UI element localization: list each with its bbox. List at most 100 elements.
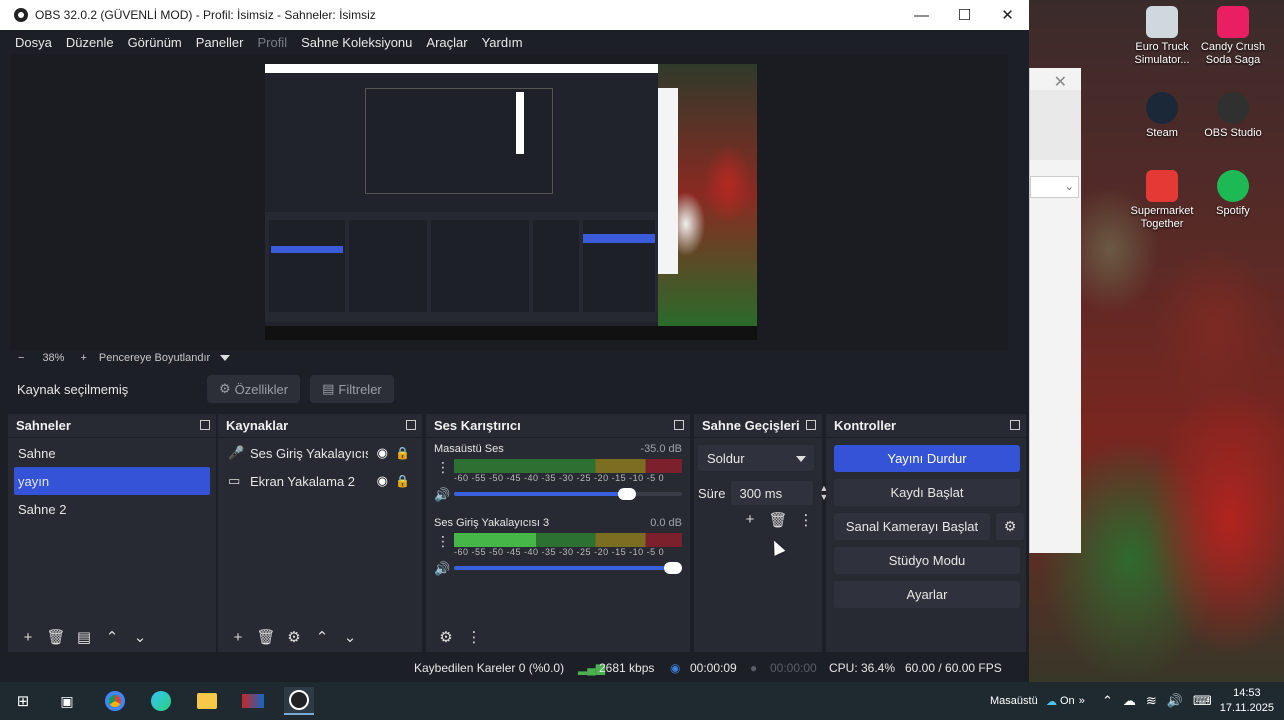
speaker-icon[interactable]: 🔊 bbox=[434, 487, 450, 503]
start-button[interactable]: ⊞ bbox=[8, 687, 38, 715]
mixer-menu-button[interactable]: ⋮ bbox=[460, 628, 488, 646]
scene-filters-button[interactable]: ▤ bbox=[70, 628, 98, 646]
source-item[interactable]: 🎤 Ses Giriş Yakalayıcısı 3 ◉ 🔒 bbox=[218, 439, 422, 467]
remove-source-button[interactable]: 🗑 bbox=[252, 628, 280, 646]
move-down-button[interactable]: ⌄ bbox=[126, 628, 154, 646]
remove-scene-button[interactable]: 🗑 bbox=[42, 628, 70, 646]
stop-stream-button[interactable]: Yayını Durdur bbox=[834, 445, 1020, 472]
title-bar[interactable]: OBS 32.0.2 (GÜVENLİ MOD) - Profil: İsims… bbox=[0, 0, 1029, 30]
move-up-button[interactable]: ⌃ bbox=[308, 628, 336, 646]
filters-button[interactable]: ▤ Filtreler bbox=[310, 375, 394, 403]
taskbar-app[interactable] bbox=[238, 687, 268, 715]
properties-label: Özellikler bbox=[234, 381, 289, 397]
volume-slider-knob[interactable] bbox=[618, 488, 637, 500]
settings-button[interactable]: Ayarlar bbox=[834, 581, 1020, 608]
desktop-icon-spotify[interactable]: Spotify bbox=[1195, 170, 1271, 218]
eye-icon[interactable]: ◉ bbox=[377, 473, 388, 489]
source-item[interactable]: ▭ Ekran Yakalama 2 ◉ 🔒 bbox=[218, 467, 422, 495]
menu-tools[interactable]: Araçlar bbox=[426, 35, 467, 50]
scene-item[interactable]: Sahne 2 bbox=[8, 495, 216, 523]
task-view-button[interactable]: ▣ bbox=[52, 687, 82, 715]
lock-icon[interactable]: 🔒 bbox=[395, 446, 410, 460]
scene-item[interactable]: Sahne bbox=[8, 439, 216, 467]
clock[interactable]: 14:53 17.11.2025 bbox=[1220, 686, 1274, 716]
properties-button[interactable]: ⚙ Özellikler bbox=[207, 375, 301, 403]
duration-input[interactable]: 300 ms bbox=[731, 481, 814, 505]
app-icon bbox=[242, 694, 264, 708]
add-transition-button[interactable]: + bbox=[736, 511, 764, 529]
zoom-out-button[interactable]: − bbox=[18, 352, 24, 364]
taskbar-obs[interactable] bbox=[284, 687, 314, 715]
mixer-settings-button[interactable]: ⚙ bbox=[432, 628, 460, 646]
move-down-button[interactable]: ⌄ bbox=[336, 628, 364, 646]
menu-view[interactable]: Görünüm bbox=[128, 35, 182, 50]
weather-widget[interactable]: ☁ On » bbox=[1046, 682, 1085, 720]
add-source-button[interactable]: + bbox=[224, 629, 252, 646]
preview-canvas[interactable] bbox=[265, 64, 757, 340]
add-scene-button[interactable]: + bbox=[14, 629, 42, 646]
kebab-icon[interactable]: ⋮ bbox=[436, 533, 450, 550]
desktop-icon-candy-crush[interactable]: Candy Crush Soda Saga bbox=[1195, 6, 1271, 67]
move-up-button[interactable]: ⌃ bbox=[98, 628, 126, 646]
desktop-icon-euro-truck[interactable]: Euro Truck Simulator... bbox=[1124, 6, 1200, 67]
start-record-button[interactable]: Kaydı Başlat bbox=[834, 479, 1020, 506]
kebab-icon[interactable]: ⋮ bbox=[436, 459, 450, 476]
desktop-label[interactable]: Masaüstü bbox=[990, 682, 1038, 720]
meter-ticks: -60 -55 -50 -45 -40 -35 -30 -25 -20 -15 … bbox=[454, 473, 665, 483]
menu-docks[interactable]: Paneller bbox=[196, 35, 244, 50]
studio-mode-button[interactable]: Stüdyo Modu bbox=[834, 547, 1020, 574]
maximize-button[interactable]: ☐ bbox=[943, 0, 986, 30]
keyboard-icon[interactable]: ⌨ bbox=[1193, 693, 1212, 709]
transition-menu-button[interactable]: ⋮ bbox=[792, 511, 820, 529]
volume-slider[interactable] bbox=[454, 562, 682, 574]
preview-area[interactable] bbox=[10, 54, 1008, 350]
background-window[interactable]: ✕ ⌄ bbox=[1029, 68, 1081, 553]
remove-transition-button[interactable]: 🗑 bbox=[764, 511, 792, 529]
zoom-fit-label[interactable]: Pencereye Boyutlandır bbox=[99, 352, 210, 364]
undock-icon[interactable] bbox=[674, 420, 684, 430]
preview-white-panel bbox=[658, 88, 678, 274]
duration-value: 300 ms bbox=[739, 485, 783, 501]
menu-scene-collection[interactable]: Sahne Koleksiyonu bbox=[301, 35, 412, 50]
taskbar-chrome[interactable] bbox=[100, 687, 130, 715]
filters-label: Filtreler bbox=[338, 381, 382, 397]
taskbar-explorer[interactable] bbox=[192, 687, 222, 715]
volume-slider[interactable] bbox=[454, 488, 682, 500]
eye-icon[interactable]: ◉ bbox=[377, 445, 388, 461]
close-button[interactable]: ✕ bbox=[986, 0, 1029, 30]
desktop-icon-steam[interactable]: Steam bbox=[1124, 92, 1200, 140]
mixer-title: Ses Karıştırıcı bbox=[434, 418, 521, 433]
desktop-icon-obs[interactable]: OBS Studio bbox=[1195, 92, 1271, 140]
chevron-down-icon[interactable] bbox=[220, 355, 231, 361]
network-icon[interactable]: ☁ bbox=[1123, 693, 1136, 709]
undock-icon[interactable] bbox=[200, 420, 210, 430]
zoom-in-button[interactable]: + bbox=[80, 352, 86, 364]
duration-label: Süre bbox=[698, 485, 726, 501]
volume-slider-knob[interactable] bbox=[664, 562, 682, 574]
close-icon[interactable]: ✕ bbox=[1054, 72, 1067, 92]
undock-icon[interactable] bbox=[806, 420, 816, 430]
transition-select[interactable]: Soldur bbox=[698, 445, 814, 471]
tray-icons[interactable]: ⌃ ☁ ≋ 🔊 ⌨ bbox=[1102, 682, 1212, 720]
taskbar-edge[interactable] bbox=[146, 687, 176, 715]
gear-icon[interactable]: ⚙ bbox=[996, 513, 1024, 540]
source-properties-button[interactable]: ⚙ bbox=[280, 628, 308, 646]
transitions-dock: Sahne Geçişleri Soldur Süre 300 ms ▲ ▼ + … bbox=[694, 414, 828, 652]
scene-item-selected[interactable]: yayın bbox=[14, 467, 210, 495]
wifi-icon[interactable]: ≋ bbox=[1146, 693, 1157, 709]
menu-help[interactable]: Yardım bbox=[482, 35, 523, 50]
preview-nested-taskbar bbox=[265, 326, 757, 340]
speaker-icon[interactable]: 🔊 bbox=[434, 561, 450, 577]
desktop-icon-label: OBS Studio bbox=[1204, 127, 1262, 139]
undock-icon[interactable] bbox=[406, 420, 416, 430]
menu-file[interactable]: Dosya bbox=[15, 35, 52, 50]
minimize-button[interactable]: — bbox=[900, 0, 943, 30]
start-virtual-camera-button[interactable]: Sanal Kamerayı Başlat bbox=[834, 513, 990, 540]
chevron-up-icon[interactable]: ⌃ bbox=[1102, 693, 1113, 709]
undock-icon[interactable] bbox=[1010, 420, 1020, 430]
lock-icon[interactable]: 🔒 bbox=[395, 474, 410, 488]
menu-edit[interactable]: Düzenle bbox=[66, 35, 114, 50]
volume-icon[interactable]: 🔊 bbox=[1167, 693, 1183, 709]
background-window-field[interactable]: ⌄ bbox=[1030, 176, 1079, 198]
desktop-icon-supermarket[interactable]: Supermarket Together bbox=[1124, 170, 1200, 231]
